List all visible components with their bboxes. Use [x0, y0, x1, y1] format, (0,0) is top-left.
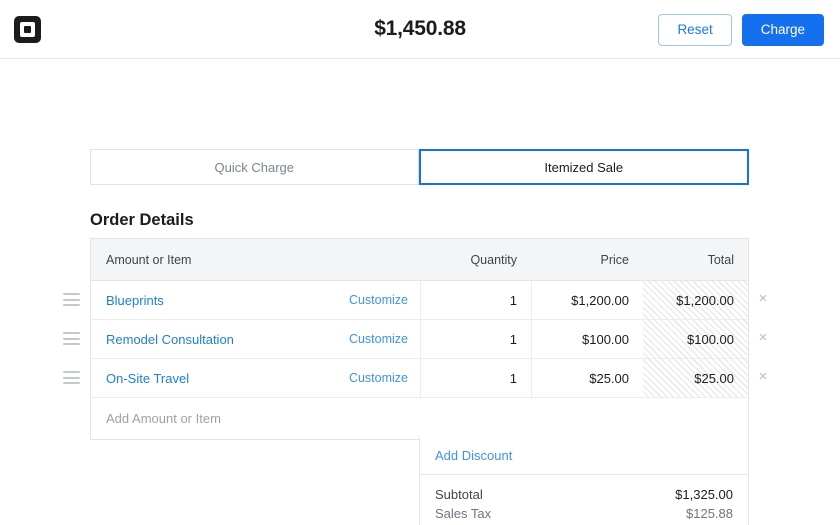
column-header-price: Price	[531, 253, 643, 267]
line-total-cell: $1,200.00	[643, 281, 748, 319]
reset-button[interactable]: Reset	[658, 14, 731, 46]
tab-itemized-sale[interactable]: Itemized Sale	[419, 149, 750, 185]
line-total-cell: $25.00	[643, 359, 748, 397]
table-row: Blueprints Customize 1 $1,200.00 $1,200.…	[91, 281, 748, 320]
main-content: Quick Charge Itemized Sale Order Details…	[0, 59, 840, 90]
subtotal-row: Subtotal $1,325.00	[420, 485, 748, 504]
top-bar-actions: Reset Charge	[658, 14, 824, 46]
sales-tax-label: Sales Tax	[435, 506, 491, 521]
sales-tax-row: Sales Tax $125.88	[420, 504, 748, 523]
subtotal-value: $1,325.00	[675, 487, 733, 502]
price-cell[interactable]: $100.00	[531, 320, 643, 358]
column-header-quantity: Quantity	[420, 253, 531, 267]
column-header-item: Amount or Item	[91, 253, 420, 267]
item-name-link[interactable]: Blueprints	[106, 293, 164, 308]
mode-tabs: Quick Charge Itemized Sale	[90, 149, 749, 185]
top-bar: $1,450.88 Reset Charge	[0, 0, 840, 59]
customize-link[interactable]: Customize	[349, 332, 408, 346]
price-cell[interactable]: $25.00	[531, 359, 643, 397]
price-cell[interactable]: $1,200.00	[531, 281, 643, 319]
quantity-cell[interactable]: 1	[420, 281, 531, 319]
totals-panel: Add Discount Subtotal $1,325.00 Sales Ta…	[419, 436, 749, 525]
remove-item-icon[interactable]: ×	[755, 291, 771, 307]
order-items-table: Amount or Item Quantity Price Total Blue…	[90, 238, 749, 440]
drag-handle-icon[interactable]	[63, 293, 80, 306]
remove-item-icon[interactable]: ×	[755, 330, 771, 346]
quantity-cell[interactable]: 1	[420, 320, 531, 358]
table-row: On-Site Travel Customize 1 $25.00 $25.00	[91, 359, 748, 398]
page-title: Order Details	[90, 211, 194, 230]
drag-handle-icon[interactable]	[63, 371, 80, 384]
sales-tax-value: $125.88	[686, 506, 733, 521]
add-item-input[interactable]: Add Amount or Item	[91, 398, 748, 439]
item-name-link[interactable]: Remodel Consultation	[106, 332, 234, 347]
remove-item-icon[interactable]: ×	[755, 369, 771, 385]
drag-handle-icon[interactable]	[63, 332, 80, 345]
customize-link[interactable]: Customize	[349, 293, 408, 307]
tab-quick-charge[interactable]: Quick Charge	[90, 149, 419, 185]
tab-quick-charge-label: Quick Charge	[215, 160, 294, 175]
table-header-row: Amount or Item Quantity Price Total	[91, 239, 748, 281]
item-name-link[interactable]: On-Site Travel	[106, 371, 189, 386]
item-cell: Remodel Consultation Customize	[91, 320, 420, 358]
charge-button[interactable]: Charge	[742, 14, 824, 46]
table-row: Remodel Consultation Customize 1 $100.00…	[91, 320, 748, 359]
subtotal-label: Subtotal	[435, 487, 483, 502]
tab-itemized-sale-label: Itemized Sale	[544, 160, 623, 175]
summary-lines: Subtotal $1,325.00 Sales Tax $125.88	[420, 475, 748, 525]
line-total-cell: $100.00	[643, 320, 748, 358]
customize-link[interactable]: Customize	[349, 371, 408, 385]
item-cell: On-Site Travel Customize	[91, 359, 420, 397]
quantity-cell[interactable]: 1	[420, 359, 531, 397]
add-discount-row[interactable]: Add Discount	[420, 436, 748, 475]
item-cell: Blueprints Customize	[91, 281, 420, 319]
add-discount-link[interactable]: Add Discount	[435, 448, 512, 463]
column-header-total: Total	[643, 253, 748, 267]
